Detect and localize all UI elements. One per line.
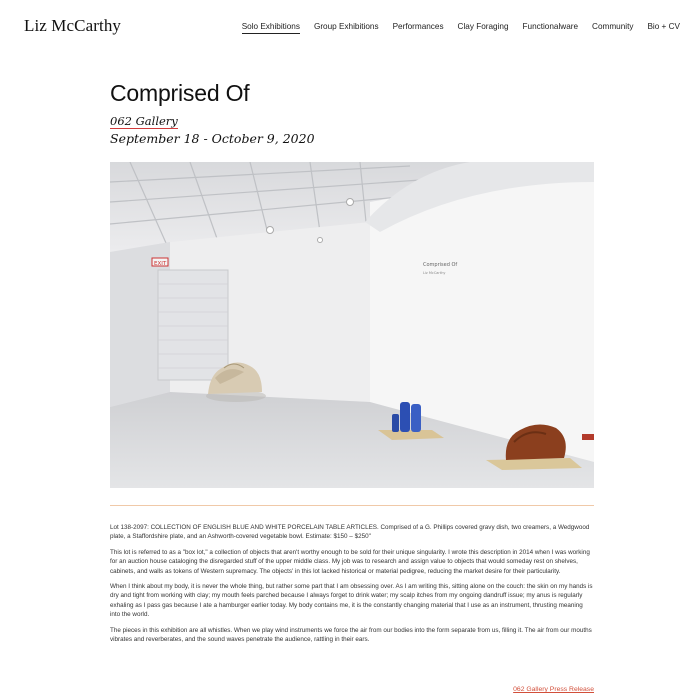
nav-bio-cv[interactable]: Bio + CV (647, 22, 680, 34)
paragraph-lot-description: Lot 138-2097: COLLECTION OF ENGLISH BLUE… (110, 524, 590, 541)
section-divider (110, 505, 594, 506)
nav-community[interactable]: Community (592, 22, 633, 34)
nav-clay-foraging[interactable]: Clay Foraging (458, 22, 509, 34)
paragraph-body: When I think about my body, it is never … (110, 583, 593, 619)
exhibition-text: Lot 138-2097: COLLECTION OF ENGLISH BLUE… (110, 523, 594, 650)
exhibition-header: Comprised Of 062 Gallery September 18 - … (110, 80, 594, 146)
nav-performances[interactable]: Performances (393, 22, 444, 34)
installation-photo-drawing: EXIT Comprised Of Liz McCarthy (110, 162, 594, 488)
paragraph-box-lot: This lot is referred to as a "box lot," … (110, 548, 590, 575)
site-title[interactable]: Liz McCarthy (24, 16, 121, 36)
paragraph-whistles: The pieces in this exhibition are all wh… (110, 626, 592, 644)
wall-text-title: Comprised Of (423, 262, 457, 268)
nav-functionalware[interactable]: Functionalware (523, 22, 579, 34)
nav-group-exhibitions[interactable]: Group Exhibitions (314, 22, 379, 34)
installation-photo[interactable]: EXIT Comprised Of Liz McCarthy (110, 162, 594, 488)
page-title: Comprised Of (110, 80, 250, 106)
exit-sign-text: EXIT (154, 261, 167, 267)
main-nav: Solo Exhibitions Group Exhibitions Perfo… (241, 22, 680, 34)
press-release-link[interactable]: 062 Gallery Press Release (513, 686, 594, 693)
nav-solo-exhibitions[interactable]: Solo Exhibitions (241, 22, 300, 34)
site-header: Liz McCarthy Solo Exhibitions Group Exhi… (0, 0, 700, 55)
exhibition-dates: September 18 - October 9, 2020 (110, 131, 315, 146)
venue-link[interactable]: 062 Gallery (110, 114, 178, 130)
wall-text-name: Liz McCarthy (423, 271, 446, 275)
